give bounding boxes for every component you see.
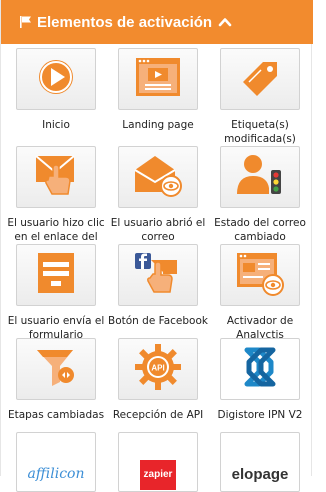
tile-etapas-button[interactable] bbox=[16, 338, 96, 400]
tile-landing-page-button[interactable] bbox=[118, 48, 198, 110]
form-icon bbox=[29, 248, 83, 303]
api-gear-icon: API bbox=[131, 342, 185, 397]
tile-estado-correo-button[interactable] bbox=[220, 146, 300, 208]
landing-page-icon bbox=[131, 52, 185, 107]
digistore-icon bbox=[233, 342, 287, 397]
email-click-icon bbox=[29, 150, 83, 205]
tile-label: Landing page bbox=[122, 119, 194, 131]
play-icon bbox=[29, 52, 83, 107]
tile-analytics-button[interactable] bbox=[220, 244, 300, 306]
email-open-icon bbox=[131, 150, 185, 205]
tile-api-button[interactable]: API bbox=[118, 338, 198, 400]
tile-inicio-button[interactable] bbox=[16, 48, 96, 110]
panel-title: Elementos de activación bbox=[37, 13, 213, 31]
tile-label: Digistore IPN V2 bbox=[217, 409, 303, 421]
elopage-logo: elopage bbox=[231, 465, 289, 483]
affilicon-logo: affilicon bbox=[27, 466, 85, 482]
tile-affilicon-button[interactable]: affilicon bbox=[16, 432, 96, 492]
tile-email-click-button[interactable] bbox=[16, 146, 96, 208]
funnel-icon bbox=[29, 342, 83, 397]
tile-digistore-button[interactable] bbox=[220, 338, 300, 400]
activation-elements-panel: Elementos de activación Inicio Landing p… bbox=[0, 0, 313, 492]
tag-icon bbox=[233, 52, 287, 107]
tile-label: El usuario abrió el correo bbox=[110, 217, 206, 243]
tile-zapier-button[interactable]: zapier bbox=[118, 432, 198, 492]
tile-label: Etapas cambiadas bbox=[7, 409, 105, 421]
tile-etiqueta-button[interactable] bbox=[220, 48, 300, 110]
tile-email-open-button[interactable] bbox=[118, 146, 198, 208]
tile-elopage-button[interactable]: elopage bbox=[220, 432, 300, 492]
tile-form-submit-button[interactable] bbox=[16, 244, 96, 306]
facebook-click-icon bbox=[131, 248, 185, 303]
panel-header[interactable]: Elementos de activación bbox=[1, 0, 313, 44]
tile-label: Botón de Facebook bbox=[108, 315, 208, 327]
user-status-icon bbox=[233, 150, 287, 205]
tile-label: El usuario hizo clic en el enlace del bbox=[7, 217, 105, 243]
tile-label: Inicio bbox=[42, 119, 70, 131]
analytics-icon bbox=[233, 248, 287, 303]
tile-label: Recepción de API bbox=[112, 409, 204, 421]
flag-icon bbox=[19, 15, 33, 29]
tile-label: Estado del correo cambiado bbox=[214, 217, 306, 243]
tile-label: Etiqueta(s) modificada(s) bbox=[224, 119, 296, 145]
zapier-logo: zapier bbox=[140, 460, 176, 490]
svg-text:API: API bbox=[151, 363, 164, 372]
chevron-up-icon[interactable] bbox=[218, 15, 232, 29]
tile-facebook-button[interactable] bbox=[118, 244, 198, 306]
